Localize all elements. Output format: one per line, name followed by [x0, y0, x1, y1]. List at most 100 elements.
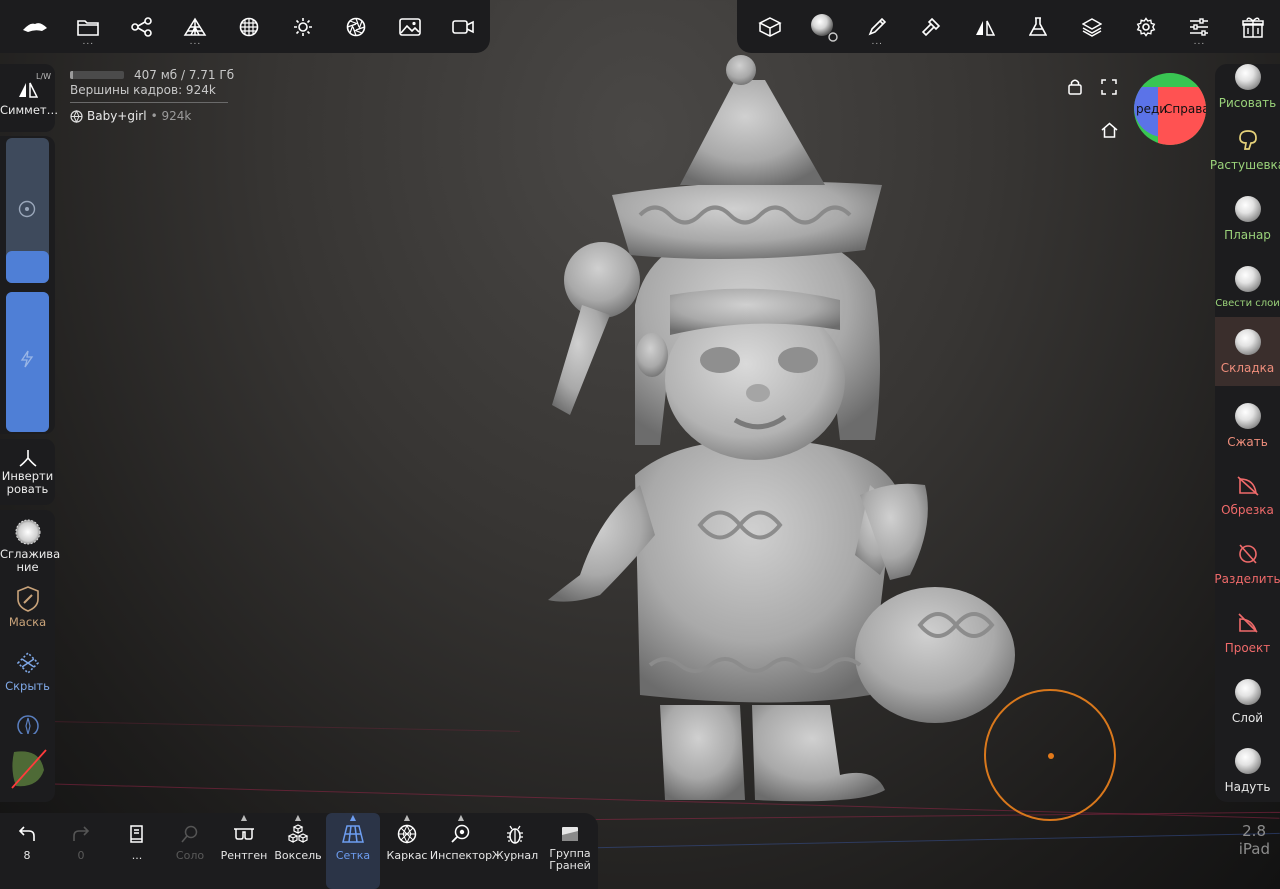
brush-cursor-center	[1048, 753, 1054, 759]
files-button[interactable]: ...	[62, 0, 116, 53]
background-image-button[interactable]	[383, 0, 437, 53]
record-video-button[interactable]	[437, 0, 491, 53]
lock-icon[interactable]	[1067, 78, 1083, 95]
gizmo-right-face[interactable]	[1158, 87, 1206, 145]
face-group-button[interactable]: Группа Граней	[542, 813, 598, 889]
tool-label: Складка	[1220, 360, 1275, 375]
face-group-icon	[561, 823, 579, 845]
caret-up-icon: ▲	[457, 813, 465, 822]
gizmo-right-label: Справа	[1164, 102, 1206, 116]
split-icon	[1236, 542, 1260, 566]
cube-transform-icon	[758, 16, 782, 38]
tools-button[interactable]	[904, 0, 958, 53]
mask-button[interactable]: Маска	[0, 586, 55, 629]
view-gizmo[interactable]: реди Справа	[1134, 73, 1206, 145]
active-mesh[interactable]: Baby+girl • 924k	[70, 109, 234, 123]
nomad-logo-icon	[22, 20, 48, 34]
layers-button[interactable]	[1065, 0, 1119, 53]
tool-8-button[interactable]: Разделить	[1214, 529, 1280, 598]
primitives-icon	[183, 17, 207, 37]
sliders-icon	[1189, 17, 1209, 37]
tool-1-button[interactable]: Рисовать	[1215, 52, 1280, 121]
lighting-button[interactable]	[276, 0, 330, 53]
transform-button[interactable]	[743, 0, 797, 53]
primitives-button[interactable]: ...	[169, 0, 223, 53]
mesh-grid-label: Сетка	[335, 849, 371, 862]
mask-shield-icon	[16, 586, 40, 612]
flask-icon	[1029, 16, 1048, 37]
extra-tool-button[interactable]	[0, 714, 55, 734]
radius-icon	[18, 200, 36, 218]
project-icon	[1236, 611, 1260, 635]
scene-graph-icon	[131, 16, 153, 37]
material-color-button[interactable]	[0, 746, 55, 790]
home-icon[interactable]	[1101, 122, 1118, 138]
invert-button[interactable]: Инверти ровать	[0, 449, 55, 496]
tool-7-button[interactable]: Обрезка	[1215, 460, 1280, 529]
pinch-sphere-icon	[1234, 402, 1261, 429]
wireframe-label: Каркас	[386, 849, 428, 862]
inspector-label: Инспектор	[429, 849, 493, 862]
matcap-sphere-icon	[809, 12, 839, 42]
tool-6-button[interactable]: Сжать	[1215, 391, 1280, 460]
tool-9-button[interactable]: Проект	[1215, 598, 1280, 667]
history-button[interactable]: Журнал	[492, 813, 538, 889]
nomad-logo-button[interactable]	[8, 0, 62, 53]
more-menu-button[interactable]: ...	[116, 813, 158, 889]
matcap-button[interactable]	[797, 0, 851, 53]
more-menu-label: ...	[131, 849, 143, 862]
redo-count: 0	[77, 849, 85, 862]
brush-tool-button[interactable]: ...	[850, 0, 904, 53]
inflate-sphere-icon	[1234, 747, 1261, 774]
gift-button[interactable]	[1226, 0, 1280, 53]
hide-button[interactable]: Скрыть	[0, 650, 55, 693]
camera-settings-button[interactable]	[329, 0, 383, 53]
tool-10-button[interactable]: Слой	[1215, 667, 1280, 736]
material-button[interactable]	[222, 0, 276, 53]
material-sphere-icon	[239, 17, 259, 37]
mesh-grid-button[interactable]: ▲ Сетка	[326, 813, 380, 889]
voxel-label: Воксель	[274, 849, 322, 862]
solo-button[interactable]: Соло	[168, 813, 212, 889]
experimental-button[interactable]	[1012, 0, 1066, 53]
symmetry-panel: L/W Симмет…	[0, 64, 58, 132]
scene-button[interactable]	[115, 0, 169, 53]
undo-button[interactable]: 8	[6, 813, 48, 889]
frame-vertices: Вершины кадров: 924k	[70, 83, 216, 97]
tool-3-button[interactable]: Планар	[1215, 184, 1280, 253]
smooth-button[interactable]: Сглажива ние	[0, 518, 61, 574]
crease-sphere-icon	[1234, 328, 1261, 355]
right-toolbar: Рисовать Растушевка Планар Свести слои Склад…	[1210, 63, 1280, 805]
wireframe-button[interactable]: ▲ Каркас	[384, 813, 430, 889]
hide-mesh-icon	[14, 650, 42, 676]
radius-slider[interactable]	[6, 138, 49, 283]
menu-dots: ...	[871, 37, 884, 47]
tool-label: Растушевка	[1209, 157, 1280, 172]
tool-2-button[interactable]: Растушевка	[1210, 115, 1280, 184]
scene-stats: 407 мб / 7.71 Гб Вершины кадров: 924k Ba…	[70, 68, 234, 123]
redo-button[interactable]: 0	[60, 813, 102, 889]
radius-slider-fill	[6, 251, 49, 283]
redo-icon	[72, 823, 90, 845]
layers-icon	[1082, 17, 1103, 37]
voxel-button[interactable]: ▲ Воксель	[274, 813, 322, 889]
xray-button[interactable]: ▲ Рентген	[220, 813, 268, 889]
interface-settings-button[interactable]: ...	[1173, 0, 1227, 53]
tool-4-button[interactable]: Свести слои	[1215, 253, 1280, 322]
symmetry-button-left[interactable]: L/W Симмет…	[0, 72, 58, 117]
smooth-label: Сглажива ние	[0, 547, 61, 574]
inspector-eye-icon	[451, 823, 471, 845]
mask-label: Маска	[8, 615, 47, 629]
sculpt-model[interactable]	[540, 55, 1020, 815]
compass-icon	[16, 714, 40, 734]
inspector-button[interactable]: ▲ Инспектор	[429, 813, 493, 889]
settings-button[interactable]	[1119, 0, 1173, 53]
tool-5-button[interactable]: Складка	[1215, 317, 1280, 386]
tool-11-button[interactable]: Надуть	[1215, 736, 1280, 805]
menu-dots: ...	[189, 37, 202, 47]
symmetry-button[interactable]	[958, 0, 1012, 53]
face-group-label: Группа Граней	[549, 847, 591, 872]
fullscreen-icon[interactable]	[1101, 79, 1117, 95]
intensity-slider[interactable]	[6, 292, 49, 432]
trim-icon	[1236, 473, 1260, 497]
